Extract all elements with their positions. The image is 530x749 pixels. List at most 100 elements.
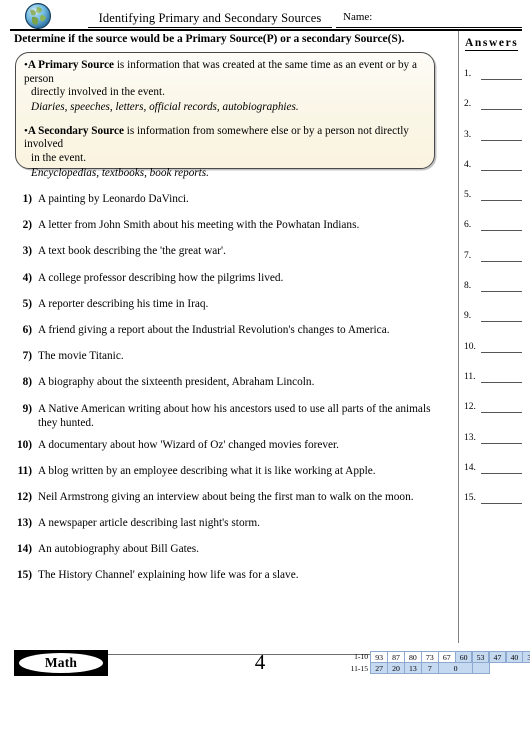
answer-number: 15.: [464, 493, 476, 504]
question-row: 11) A blog written by an employee describ…: [14, 464, 446, 478]
question-text: A text book describing the 'the great wa…: [38, 245, 226, 258]
question-text: A painting by Leonardo DaVinci.: [38, 193, 189, 205]
globe-icon: [24, 2, 52, 30]
answer-blank-line[interactable]: [481, 342, 522, 353]
answer-row: 12.: [464, 400, 526, 414]
question-text: Neil Armstrong giving an interview about…: [38, 490, 414, 503]
math-logo-ellipse: Math: [19, 653, 103, 673]
question-row: 4) A college professor describing how the…: [14, 271, 446, 285]
answer-row: 10.: [464, 340, 526, 353]
question-text: A friend giving a report about the Indus…: [38, 323, 390, 336]
question-list: 1) A painting by Leonardo DaVinci. 2) A let…: [14, 192, 446, 595]
score-cell: 7: [421, 662, 439, 675]
answer-row: 6.: [464, 218, 526, 232]
question-number: 9): [22, 402, 32, 415]
primary-source-examples: Diaries, speeches, letters, official rec…: [31, 100, 299, 113]
score-cell: 27: [370, 662, 388, 675]
answer-blank-line[interactable]: [481, 220, 522, 232]
answer-blank-line[interactable]: [481, 311, 522, 323]
score-cell: 20: [387, 662, 405, 675]
question-text: A documentary about how 'Wizard of Oz' c…: [38, 438, 339, 451]
question-row: 6) A friend giving a report about the Ind…: [14, 323, 446, 337]
question-number: 1): [22, 193, 32, 205]
secondary-source-examples: Encyclopedias, textbooks, book reports.: [31, 166, 209, 179]
answer-number: 10.: [464, 341, 476, 352]
callout-spacer: [24, 116, 424, 125]
column-divider: [458, 31, 459, 643]
answer-blank-line[interactable]: [481, 130, 522, 141]
question-text: A Native American writing about how his …: [38, 402, 431, 429]
score-cell: 53: [471, 651, 490, 663]
answer-row: 3.: [464, 128, 526, 141]
answer-blank-line[interactable]: [481, 493, 522, 505]
answer-blank-line[interactable]: [481, 463, 522, 474]
score-table: 1-10 93878073676053474033 11-15 27201370: [347, 651, 530, 675]
answer-blank-line[interactable]: [481, 251, 522, 262]
answer-blank-line[interactable]: [481, 402, 522, 414]
score-cell: 60: [454, 651, 473, 663]
secondary-source-def2: in the event.: [31, 151, 86, 164]
answer-row: 1.: [464, 67, 526, 80]
question-number: 12): [16, 490, 32, 503]
name-label: Name:: [343, 11, 373, 23]
question-number: 5): [22, 297, 32, 310]
question-number: 14): [16, 543, 32, 556]
answers-title-wrap: Answers: [464, 33, 526, 51]
question-number: 8): [22, 376, 32, 389]
answer-row: 14.: [464, 461, 526, 474]
primary-source-block: •A Primary Source is information that wa…: [24, 59, 424, 114]
answer-blank-line[interactable]: [481, 281, 522, 293]
score-cell: 0: [437, 662, 474, 675]
question-row: 9) A Native American writing about how hi…: [14, 402, 446, 430]
answer-number: 5.: [464, 190, 472, 201]
answer-blank-line[interactable]: [481, 160, 522, 171]
question-row: 2) A letter from John Smith about his mee…: [14, 218, 446, 232]
question-row: 10) A documentary about how 'Wizard of Oz…: [14, 438, 446, 452]
score-cell: 80: [404, 651, 422, 663]
math-logo: Math: [14, 650, 108, 676]
answer-number: 4.: [464, 159, 472, 170]
answer-number: 6.: [464, 220, 472, 231]
question-text: A reporter describing his time in Iraq.: [38, 297, 209, 310]
question-row: 5) A reporter describing his time in Iraq…: [14, 297, 446, 311]
definitions-callout: •A Primary Source is information that wa…: [15, 52, 435, 179]
question-number: 4): [22, 271, 32, 284]
answer-row: 4.: [464, 158, 526, 171]
question-row: 14) An autobiography about Bill Gates.: [14, 542, 446, 556]
secondary-source-term: A Secondary Source: [27, 124, 124, 137]
question-number: 7): [22, 350, 32, 363]
page-title-wrap: Identifying Primary and Secondary Source…: [90, 11, 330, 25]
question-number: 2): [22, 219, 32, 232]
question-text: A biography about the sixteenth presiden…: [38, 376, 315, 389]
name-input-line[interactable]: [336, 27, 522, 28]
score-cell: [472, 662, 491, 675]
question-text: An autobiography about Bill Gates.: [38, 543, 199, 556]
answer-blank-line[interactable]: [481, 372, 522, 383]
answer-blank-line[interactable]: [481, 99, 522, 111]
answer-blank-line[interactable]: [481, 433, 522, 444]
primary-source-def2: directly involved in the event.: [31, 86, 165, 99]
answer-number: 1.: [464, 69, 472, 79]
question-row: 7) The movie Titanic.: [14, 349, 446, 363]
score-cell: 67: [437, 651, 456, 663]
answer-number: 9.: [464, 311, 472, 322]
answer-row: 9.: [464, 309, 526, 323]
question-number: 6): [22, 323, 32, 336]
secondary-source-block: •A Secondary Source is information from …: [24, 125, 424, 180]
answer-blank-line[interactable]: [481, 69, 522, 80]
instruction-line: Determine if the source would be a Prima…: [14, 33, 405, 45]
primary-source-line1: •A Primary Source is information that wa…: [24, 59, 424, 86]
score-cell: 40: [505, 651, 524, 663]
question-number: 13): [16, 517, 32, 530]
answer-row: 5.: [464, 188, 526, 202]
answer-number: 2.: [464, 99, 472, 110]
score-cell: 13: [404, 662, 422, 675]
question-row: 8) A biography about the sixteenth presid…: [14, 375, 446, 389]
question-number: 10): [16, 438, 32, 451]
score-cell: 73: [421, 651, 439, 663]
score-cell: 47: [488, 651, 507, 663]
score-cell: 87: [387, 651, 405, 663]
answer-blank-line[interactable]: [481, 190, 522, 202]
score-cell: 33: [522, 651, 530, 663]
question-text: The History Channel' explaining how life…: [38, 569, 299, 582]
